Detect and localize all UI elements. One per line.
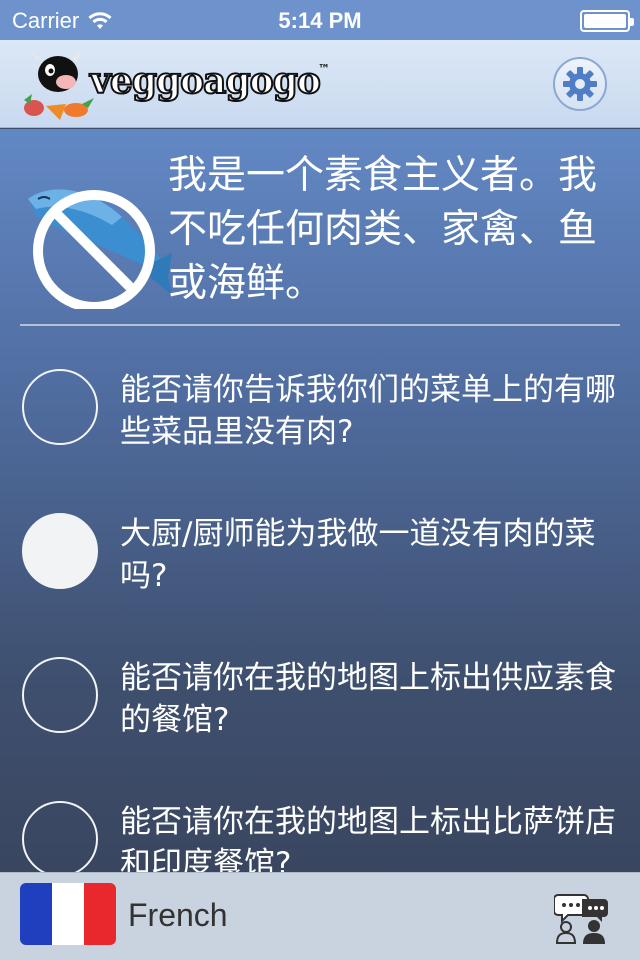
language-label[interactable]: French [128,897,228,934]
nav-bar: veggoagogo ™ [0,40,640,128]
phrase-text: 大厨/厨师能为我做一道没有肉的菜吗? [120,516,596,594]
settings-button[interactable] [553,57,607,111]
status-time: 5:14 PM [278,8,362,33]
app-logo: veggoagogo ™ [20,48,340,122]
battery-icon [580,10,634,32]
vegetarian-statement: 我是一个素食主义者。我不吃任何肉类、家禽、鱼或海鲜。 [168,153,598,306]
conversation-icon[interactable] [554,889,610,945]
gear-icon [563,67,597,101]
cow-mascot-icon [24,51,94,120]
logo-text: veggoagogo [89,59,322,103]
phrase-radio-button[interactable] [22,801,98,872]
phrase-list-screen: 我是一个素食主义者。我不吃任何肉类、家禽、鱼或海鲜。 能否请你告诉我你们的菜单上… [0,129,640,872]
language-bar: French [0,872,640,960]
status-bar: Carrier 5:14 PM [0,0,640,40]
logo-trademark: ™ [318,62,330,76]
france-flag-icon[interactable] [20,883,116,945]
phrase-radio-button[interactable] [22,513,98,589]
phrase-text: 能否请你在我的地图上标出比萨饼店和印度餐馆? [120,804,616,872]
phrase-radio-button[interactable] [22,369,98,445]
phrase-text: 能否请你在我的地图上标出供应素食的餐馆? [120,660,616,738]
phrase-radio-button[interactable] [22,657,98,733]
phrase-text: 能否请你告诉我你们的菜单上的有哪些菜品里没有肉? [120,372,616,450]
no-fish-icon [28,189,172,309]
divider [20,324,620,326]
